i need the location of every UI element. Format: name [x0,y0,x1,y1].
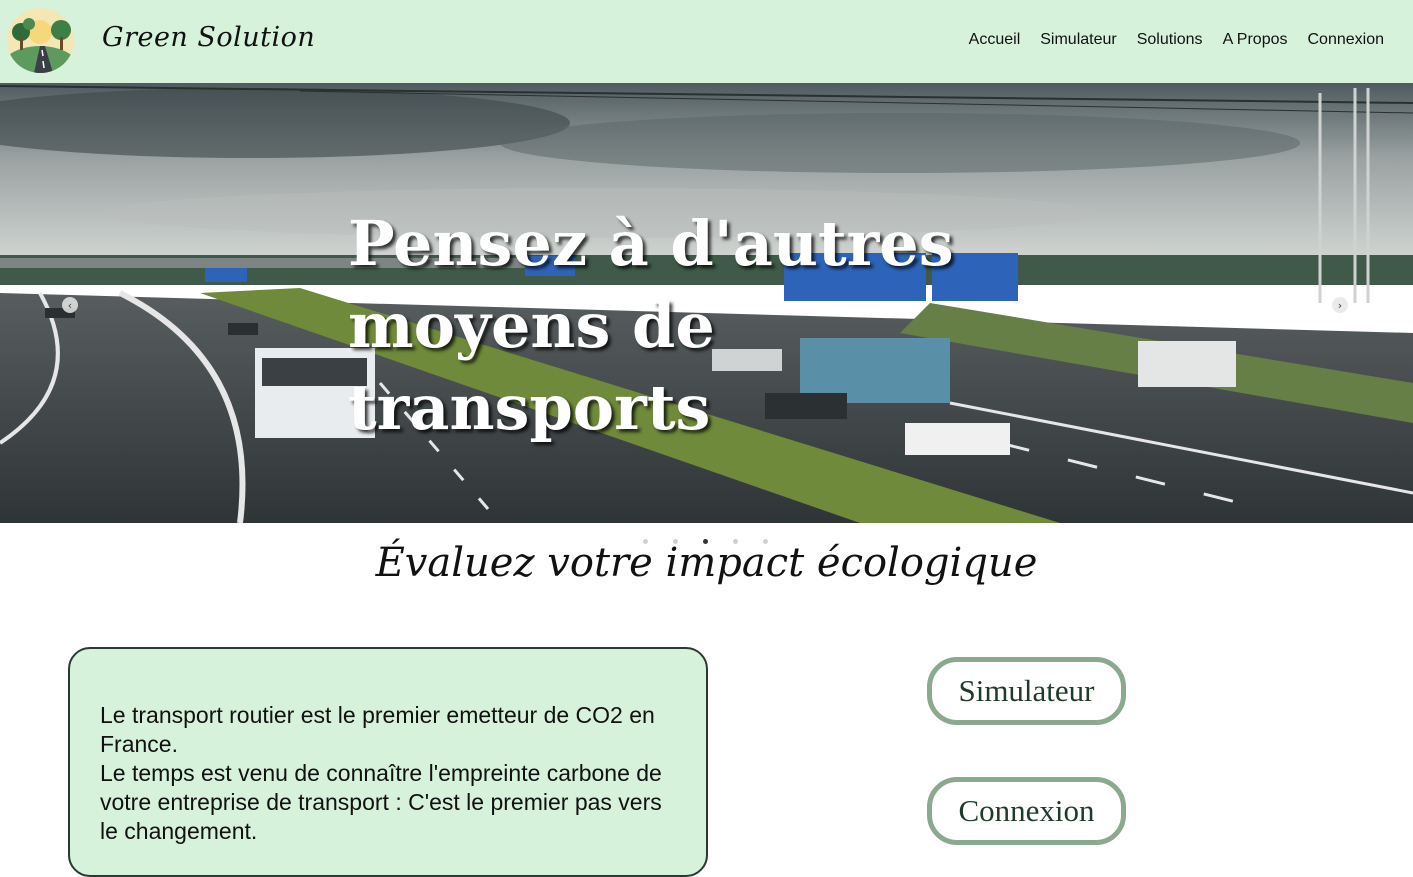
nav-connexion[interactable]: Connexion [1308,31,1385,49]
main-nav: Accueil Simulateur Solutions A Propos Co… [969,31,1384,49]
nav-simulateur[interactable]: Simulateur [1040,31,1116,49]
brand-name[interactable]: Green Solution [102,22,315,53]
nav-solutions[interactable]: Solutions [1137,31,1203,49]
info-box: Le transport routier est le premier emet… [68,647,708,877]
chevron-right-icon: › [1337,298,1343,312]
carousel-prev-button[interactable]: ‹ [62,297,78,313]
hero-title-line1: Pensez à d'autres [348,207,954,280]
simulateur-button[interactable]: Simulateur [927,657,1126,725]
carousel-next-button[interactable]: › [1332,297,1348,313]
info-paragraph-2: Le temps est venu de connaître l'emprein… [100,760,662,844]
nav-accueil[interactable]: Accueil [969,31,1021,49]
green-solution-logo[interactable] [7,8,74,73]
connexion-button[interactable]: Connexion [927,777,1126,845]
chevron-left-icon: ‹ [67,298,73,312]
hero-title-line2: moyens de transports [348,289,715,444]
site-header: Green Solution Accueil Simulateur Soluti… [0,0,1413,83]
nav-a-propos[interactable]: A Propos [1223,31,1288,49]
hero-carousel: Pensez à d'autres moyens de transports ‹… [0,83,1413,523]
section-title: Évaluez votre impact écologique [375,540,1038,586]
info-paragraph-1: Le transport routier est le premier emet… [100,702,655,757]
hero-title: Pensez à d'autres moyens de transports [348,203,1048,449]
